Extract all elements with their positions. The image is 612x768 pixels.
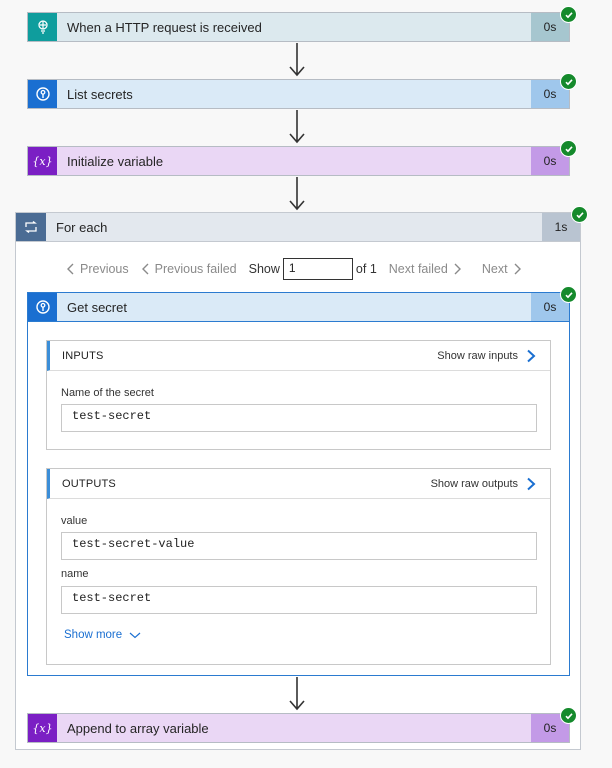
step-title: List secrets (67, 86, 133, 102)
foreach-header[interactable]: For each 1s (15, 212, 581, 242)
outputs-heading: OUTPUTS (62, 477, 116, 490)
show-raw-inputs-link[interactable]: Show raw inputs (437, 350, 524, 362)
secret-name-field: test-secret (61, 404, 537, 432)
next-button[interactable]: Next (482, 262, 522, 276)
success-check-icon (560, 286, 577, 303)
flow-arrow-icon (289, 43, 305, 77)
success-check-icon (560, 707, 577, 724)
chevron-right-icon (454, 263, 461, 275)
show-label: Show (248, 262, 280, 276)
step-title: Get secret (67, 299, 127, 315)
step-card-initialize-variable[interactable]: {x} Initialize variable 0s (27, 146, 570, 176)
chevron-down-icon (129, 632, 141, 639)
success-check-icon (560, 73, 577, 90)
show-more-link[interactable]: Show more (64, 629, 141, 641)
step-title: Append to array variable (67, 720, 209, 736)
field-label-secret-name: Name of the secret (61, 387, 154, 399)
step-title: When a HTTP request is received (67, 19, 262, 35)
key-vault-icon (28, 80, 57, 108)
outputs-header: OUTPUTS Show raw outputs (47, 469, 550, 499)
chevron-left-icon (67, 263, 74, 275)
success-check-icon (560, 6, 577, 23)
variable-icon: {x} (28, 147, 57, 175)
http-request-icon (28, 13, 57, 41)
show-raw-outputs-link[interactable]: Show raw outputs (431, 478, 524, 490)
output-name-field: test-secret (61, 586, 537, 614)
next-failed-button[interactable]: Next failed (389, 262, 462, 276)
show-more-label: Show more (64, 629, 123, 641)
field-label-value: value (61, 515, 88, 527)
step-card-list-secrets[interactable]: List secrets 0s (27, 79, 570, 109)
step-card-http-request[interactable]: When a HTTP request is received 0s (27, 12, 570, 42)
inputs-header: INPUTS Show raw inputs (47, 341, 550, 371)
flow-arrow-icon (289, 677, 305, 711)
flow-arrow-icon (289, 110, 305, 144)
chevron-right-icon[interactable] (524, 349, 538, 363)
next-failed-label: Next failed (388, 262, 448, 276)
variable-icon: {x} (28, 714, 57, 742)
success-check-icon (560, 140, 577, 157)
page-count-label: of 1 (355, 262, 377, 276)
step-card-get-secret[interactable]: Get secret 0s (27, 292, 570, 322)
previous-label: Previous (80, 262, 129, 276)
foreach-loop-icon (16, 213, 46, 241)
chevron-right-icon[interactable] (524, 477, 538, 491)
previous-failed-button[interactable]: Previous failed (141, 262, 237, 276)
next-label: Next (481, 262, 508, 276)
field-label-name: name (61, 568, 89, 580)
iteration-pager: Previous Previous failed Show 1 of 1 Nex… (66, 258, 522, 280)
chevron-right-icon (514, 263, 521, 275)
output-value-field: test-secret-value (61, 532, 537, 560)
inputs-heading: INPUTS (62, 349, 104, 362)
previous-failed-label: Previous failed (154, 262, 237, 276)
previous-button[interactable]: Previous (66, 262, 129, 276)
step-card-append-to-array[interactable]: {x} Append to array variable 0s (27, 713, 570, 743)
flow-arrow-icon (289, 177, 305, 211)
page-number-input[interactable]: 1 (282, 258, 353, 280)
key-vault-icon (28, 293, 57, 321)
step-title: Initialize variable (67, 153, 164, 169)
success-check-icon (571, 206, 588, 223)
foreach-title: For each (56, 219, 108, 235)
chevron-left-icon (141, 263, 149, 275)
